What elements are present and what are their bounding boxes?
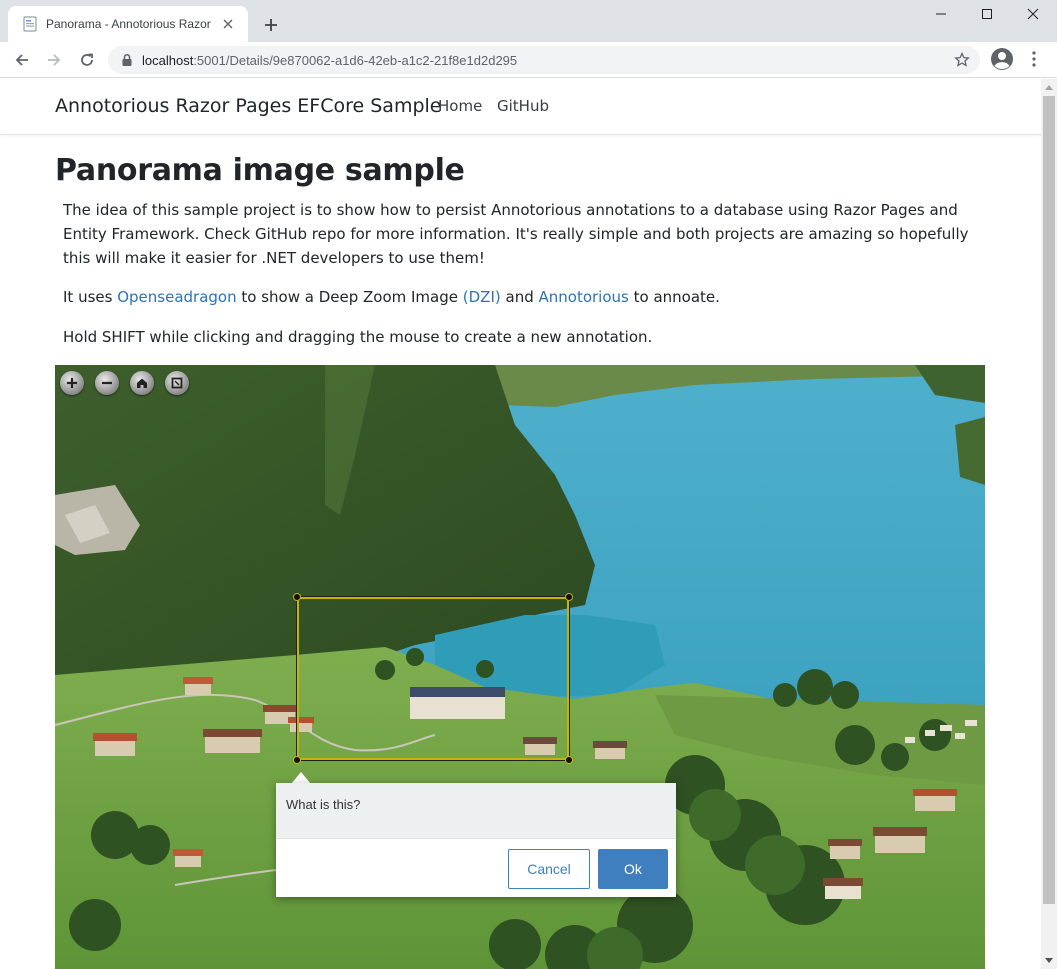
cancel-button[interactable]: Cancel xyxy=(508,849,590,889)
uses-text: and xyxy=(500,288,539,306)
home-icon[interactable] xyxy=(130,371,154,395)
page-title: Panorama image sample xyxy=(55,153,465,188)
site-navbar: Annotorious Razor Pages EFCore Sample Ho… xyxy=(0,79,1041,135)
scrollbar-thumb[interactable] xyxy=(1043,96,1055,904)
browser-tab[interactable]: Panorama - Annotorious Razor P xyxy=(8,6,248,42)
resize-handle-bottom-right[interactable] xyxy=(565,756,573,764)
minimize-icon[interactable] xyxy=(918,0,964,28)
uses-text: to annoate. xyxy=(628,288,720,306)
page-viewport: Annotorious Razor Pages EFCore Sample Ho… xyxy=(0,79,1041,969)
annotation-selection-box[interactable] xyxy=(296,596,570,761)
browser-toolbar: localhost:5001/Details/9e870062-a1d6-42e… xyxy=(0,42,1057,78)
scroll-down-icon[interactable] xyxy=(1041,953,1057,969)
tab-title: Panorama - Annotorious Razor P xyxy=(46,17,212,31)
annotation-editor: What is this? Cancel Ok xyxy=(276,783,676,897)
scroll-up-icon[interactable] xyxy=(1041,79,1057,95)
uses-text: It uses xyxy=(63,288,118,306)
site-brand[interactable]: Annotorious Razor Pages EFCore Sample xyxy=(55,95,441,117)
new-tab-icon[interactable] xyxy=(258,12,284,38)
fullscreen-icon[interactable] xyxy=(165,371,189,395)
browser-titlebar: Panorama - Annotorious Razor P xyxy=(0,0,1057,42)
url-text: localhost:5001/Details/9e870062-a1d6-42e… xyxy=(142,53,517,68)
nav-link-home[interactable]: Home xyxy=(438,97,482,115)
resize-handle-top-left[interactable] xyxy=(293,593,301,601)
nav-link-github[interactable]: GitHub xyxy=(497,97,549,115)
ok-button[interactable]: Ok xyxy=(598,849,668,889)
resize-handle-bottom-left[interactable] xyxy=(293,756,301,764)
reload-icon[interactable] xyxy=(73,46,101,74)
zoom-in-icon[interactable] xyxy=(60,371,84,395)
tab-close-icon[interactable] xyxy=(218,14,238,34)
resize-handle-top-right[interactable] xyxy=(565,593,573,601)
bookmark-star-icon[interactable] xyxy=(954,52,970,68)
maximize-icon[interactable] xyxy=(964,0,1010,28)
hint-paragraph: Hold SHIFT while clicking and dragging t… xyxy=(63,328,653,346)
intro-paragraph: The idea of this sample project is to sh… xyxy=(63,201,969,267)
forward-arrow-icon[interactable] xyxy=(40,46,68,74)
window-close-icon[interactable] xyxy=(1010,0,1056,28)
deep-zoom-viewer[interactable]: What is this? Cancel Ok xyxy=(55,365,985,969)
address-bar[interactable]: localhost:5001/Details/9e870062-a1d6-42e… xyxy=(108,46,980,74)
zoom-out-icon[interactable] xyxy=(95,371,119,395)
page-scrollbar[interactable] xyxy=(1041,79,1057,969)
uses-paragraph: It uses Openseadragon to show a Deep Zoo… xyxy=(63,285,993,309)
dzi-link[interactable]: (DZI) xyxy=(463,288,501,306)
url-host: localhost xyxy=(142,52,194,68)
url-path: :5001/Details/9e870062-a1d6-42eb-a1c2-21… xyxy=(193,52,518,68)
comment-input[interactable]: What is this? xyxy=(276,783,676,839)
uses-text: to show a Deep Zoom Image xyxy=(236,288,463,306)
browser-menu-icon[interactable] xyxy=(1026,48,1042,70)
back-arrow-icon[interactable] xyxy=(8,46,36,74)
annotorious-link[interactable]: Annotorious xyxy=(539,288,629,306)
profile-avatar-icon[interactable] xyxy=(989,46,1015,72)
page-favicon-icon xyxy=(23,16,37,32)
openseadragon-link[interactable]: Openseadragon xyxy=(117,288,236,306)
lock-icon xyxy=(122,53,132,66)
